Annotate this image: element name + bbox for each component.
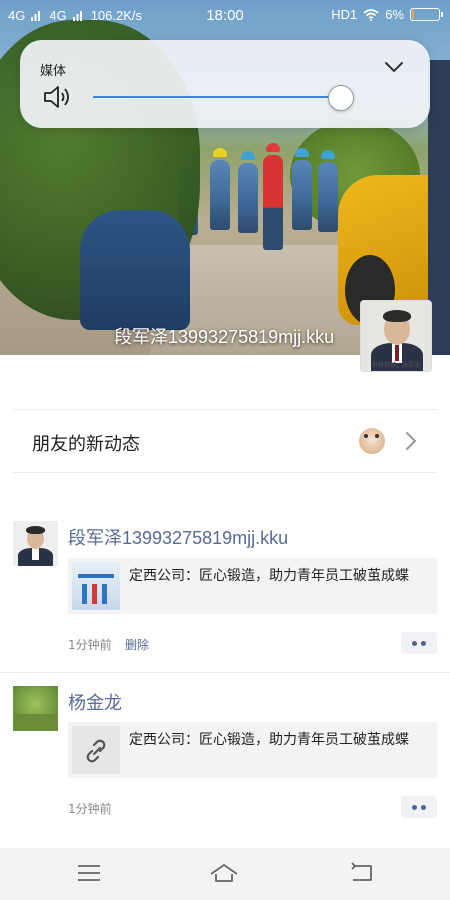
wechat-moments-screen: 段军泽13993275819mjj.kku 有扶贫梦，段军泽 4G 4G 106… xyxy=(0,0,450,900)
cover-person xyxy=(80,210,190,330)
dot xyxy=(421,641,426,646)
menu-icon[interactable] xyxy=(74,860,104,886)
volume-slider-track[interactable] xyxy=(93,96,341,98)
dot xyxy=(412,805,417,810)
status-right: HD1 6% xyxy=(331,7,443,22)
delete-link[interactable]: 删除 xyxy=(125,636,149,653)
volume-panel: 媒体 xyxy=(20,40,430,128)
avatar-eye xyxy=(375,434,379,438)
system-navigation-bar xyxy=(0,848,450,900)
dot xyxy=(421,805,426,810)
more-actions-button[interactable] xyxy=(401,632,437,654)
cover-person xyxy=(210,160,230,230)
article-thumbnail xyxy=(72,726,120,774)
cover-helmet xyxy=(295,148,309,157)
dot xyxy=(412,641,417,646)
cover-helmet xyxy=(241,151,255,160)
friends-updates-row[interactable]: 朋友的新动态 xyxy=(0,410,450,472)
more-actions-button[interactable] xyxy=(401,796,437,818)
article-title: 定西公司：匠心锻造，助力青年员工破茧成蝶 xyxy=(129,732,409,748)
avatar-portrait xyxy=(32,548,39,560)
hd-indicator: HD1 xyxy=(331,7,358,22)
cover-user-name[interactable]: 段军泽13993275819mjj.kku xyxy=(114,323,334,349)
link-icon xyxy=(86,739,106,763)
thumbnail-figure xyxy=(82,584,87,604)
cover-person xyxy=(318,162,338,232)
moment-post: 杨金龙 定西公司：匠心锻造，助力青年员工破茧成蝶 1分钟前 xyxy=(0,686,450,826)
post-author-name[interactable]: 杨金龙 xyxy=(68,689,122,715)
cover-helmet xyxy=(266,143,280,152)
post-time: 1分钟前 xyxy=(68,802,112,816)
thumbnail-banner xyxy=(78,574,114,578)
friends-updates-label: 朋友的新动态 xyxy=(32,434,140,455)
back-icon[interactable] xyxy=(347,860,377,886)
article-title: 定西公司：匠心锻造，助力青年员工破茧成蝶 xyxy=(129,568,409,584)
post-avatar[interactable] xyxy=(13,521,58,566)
battery-percent: 6% xyxy=(385,7,404,22)
volume-title: 媒体 xyxy=(40,64,67,79)
battery-icon xyxy=(410,8,443,21)
post-author-name[interactable]: 段军泽13993275819mjj.kku xyxy=(68,524,288,550)
cover-avatar[interactable]: 有扶贫梦，段军泽 xyxy=(360,300,432,372)
chevron-right-icon xyxy=(406,432,417,450)
thumbnail-figure xyxy=(92,584,97,604)
article-thumbnail xyxy=(72,562,120,610)
cover-person xyxy=(238,163,258,233)
moment-post: 段军泽13993275819mjj.kku 定西公司：匠心锻造，助力青年员工破茧… xyxy=(0,521,450,661)
wifi-icon xyxy=(363,8,379,21)
thumbnail-figure xyxy=(102,584,107,604)
cover-helmet xyxy=(213,148,227,157)
speaker-icon[interactable] xyxy=(42,83,72,111)
avatar-portrait xyxy=(395,345,399,361)
status-bar: 4G 4G 106.2K/s 18:00 HD1 6% xyxy=(0,0,450,32)
battery-fill xyxy=(412,10,414,19)
shared-article-card[interactable]: 定西公司：匠心锻造，助力青年员工破茧成蝶 xyxy=(68,558,437,614)
home-icon[interactable] xyxy=(209,860,239,886)
avatar-caption: 有扶贫梦，段军泽 xyxy=(371,362,420,369)
post-avatar[interactable] xyxy=(13,686,58,731)
cover-person xyxy=(263,155,283,250)
avatar-landscape xyxy=(13,714,58,731)
shared-article-card[interactable]: 定西公司：匠心锻造，助力青年员工破茧成蝶 xyxy=(68,722,437,778)
post-time: 1分钟前 xyxy=(68,638,112,652)
divider xyxy=(13,472,437,473)
friend-avatar xyxy=(359,428,385,454)
avatar-portrait xyxy=(383,310,411,322)
avatar-eye xyxy=(364,434,368,438)
cover-person xyxy=(292,160,312,230)
cover-helmet xyxy=(321,150,335,159)
chevron-down-icon[interactable] xyxy=(383,56,405,78)
volume-slider-handle[interactable] xyxy=(327,85,354,111)
divider xyxy=(0,672,450,673)
avatar-portrait xyxy=(26,526,45,534)
